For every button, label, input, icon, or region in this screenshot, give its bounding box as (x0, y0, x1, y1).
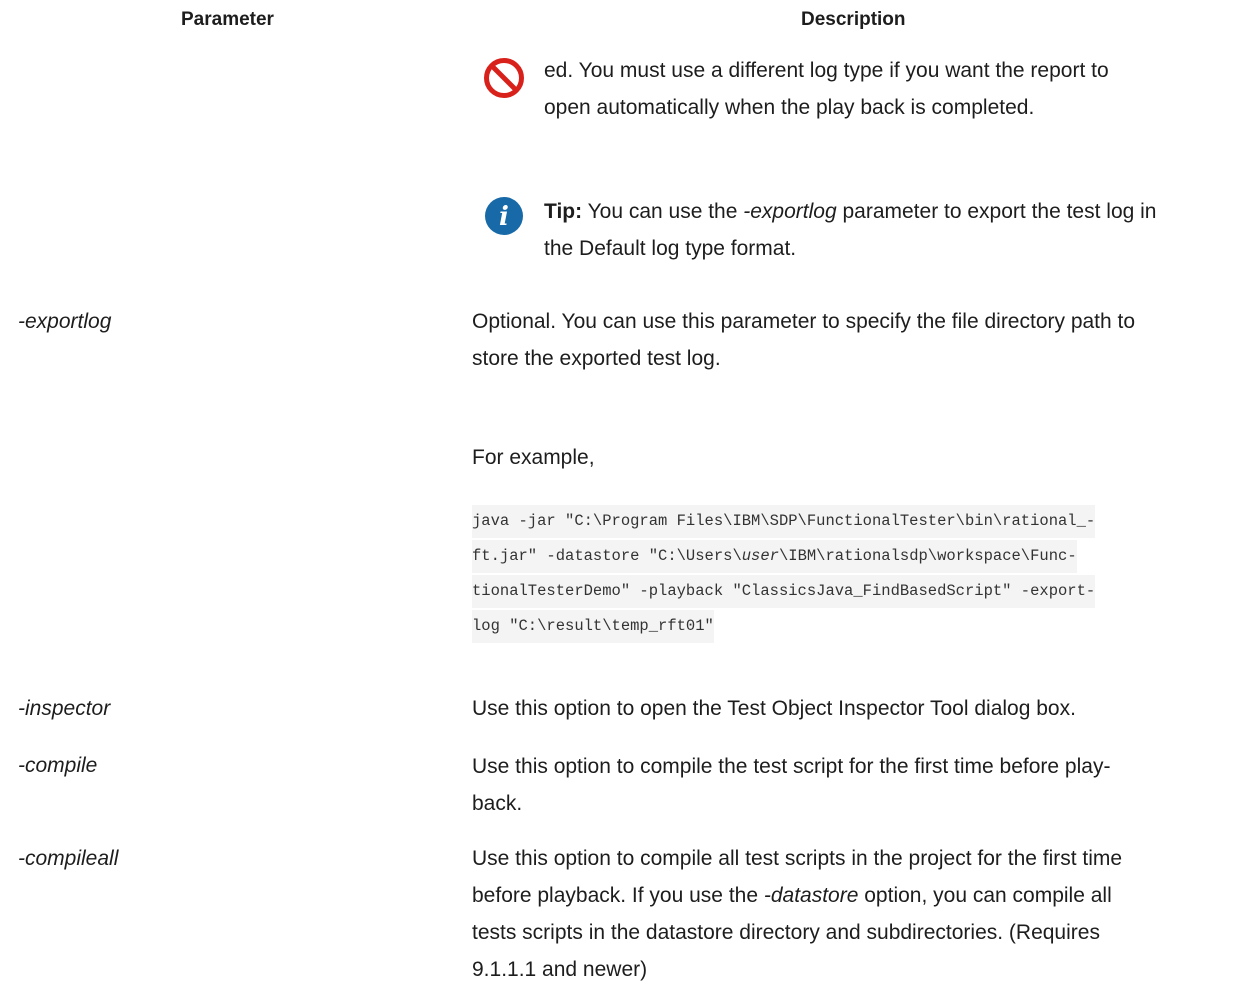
prohibited-icon (484, 58, 524, 98)
header-parameter: Parameter (181, 9, 274, 30)
svg-text:i: i (499, 202, 509, 232)
tip-text: Tip: You can use the -exportlog paramete… (544, 200, 1157, 260)
param-description: Use this option to compile all test scri… (472, 847, 1123, 981)
note-text: ed. You must use a different log type if… (544, 59, 1109, 119)
param-description: Optional. You can use this parameter to … (472, 310, 1136, 370)
tip-param: -exportlog (743, 200, 837, 223)
info-icon: i (485, 197, 523, 235)
param-description: Use this option to open the Test Object … (472, 697, 1076, 720)
param-name: -exportlog (18, 310, 112, 333)
code-block: java -jar "C:\Program Files\IBM\SDP\Func… (472, 505, 1247, 645)
example-label: For example, (472, 446, 595, 469)
header-description: Description (801, 9, 906, 30)
param-name: -compileall (18, 847, 119, 870)
tip-label: Tip: (544, 200, 583, 223)
param-description: Use this option to compile the test scri… (472, 755, 1111, 815)
param-name: -compile (18, 754, 98, 777)
param-name: -inspector (18, 697, 111, 720)
